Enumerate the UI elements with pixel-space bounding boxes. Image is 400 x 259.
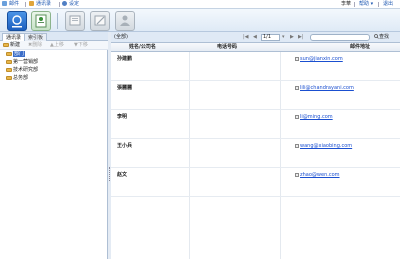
contact-table: 姓名/公司名 电话号码 邮件地址 孙建鹏 sun@jianxin.com 張麗麗…	[111, 43, 400, 259]
divider	[59, 2, 60, 7]
table-row[interactable]: 孙建鹏 sun@jianxin.com	[111, 52, 400, 81]
email-icon	[295, 173, 299, 177]
column-header-name[interactable]: 姓名/公司名	[129, 44, 156, 51]
search-input[interactable]	[310, 34, 370, 41]
prev-page-button[interactable]: ◀	[253, 34, 257, 41]
move-up-button[interactable]: ▲上移	[50, 42, 64, 49]
email-icon	[295, 57, 299, 61]
tree-item-department[interactable]: 部门	[6, 51, 26, 58]
folder-icon	[6, 52, 12, 56]
toolbar-divider	[57, 13, 58, 29]
tab-index[interactable]: 索引板	[24, 33, 48, 41]
new-folder-label: 新建	[10, 42, 21, 48]
home-button[interactable]	[7, 11, 27, 31]
top-menu-bar: 邮件 通讯录 设定 李華 帮助 ▾ 退出	[0, 0, 400, 9]
home-icon	[12, 15, 22, 28]
menu-contacts-label: 通讯录	[36, 1, 52, 7]
contact-email-label: wang@xiaobing.com	[300, 143, 353, 149]
contacts-icon	[29, 1, 34, 6]
contact-name[interactable]: 孙建鹏	[117, 56, 132, 63]
next-page-button[interactable]: ▶	[290, 34, 294, 41]
table-row[interactable]: 李明 li@ming.com	[111, 110, 400, 139]
tree-item-sales-1[interactable]: 第一营销部	[6, 59, 38, 66]
page-select[interactable]: 1/1	[261, 34, 280, 41]
menu-settings[interactable]: 设定	[62, 1, 79, 8]
first-page-button[interactable]: |◀	[243, 34, 249, 41]
divider	[378, 2, 379, 7]
tree-item-tech-research[interactable]: 技术研究部	[6, 67, 38, 74]
new-folder-button[interactable]: 新建	[3, 42, 20, 49]
search-button-label: 查找	[379, 34, 390, 40]
person-icon	[120, 15, 130, 26]
card-icon	[69, 15, 81, 26]
sidebar-tabs: 通讯录 索引板	[0, 32, 108, 41]
tree-item-label: 第一营销部	[13, 59, 39, 65]
table-row[interactable]: 王小兵 wang@xiaobing.com	[111, 139, 400, 168]
help-link[interactable]: 帮助 ▾	[359, 1, 373, 8]
email-icon	[295, 86, 299, 90]
sidebar: 通讯录 索引板 新建 ✖删除 ▲上移 ▼下移 部门 第一营销部 技术研究部 总务…	[0, 32, 108, 259]
contact-name[interactable]: 張麗麗	[117, 85, 132, 92]
contact-email-label: li@ming.com	[300, 114, 333, 120]
list-header: (全部) |◀ ◀ 1/1 ▾ ▶ ▶| 查找	[111, 32, 400, 43]
table-row[interactable]: 張麗麗 lili@chandrayani.com	[111, 81, 400, 110]
splitter-grip	[109, 167, 110, 181]
contact-email[interactable]: lili@chandrayani.com	[295, 85, 354, 92]
group-button[interactable]	[115, 11, 135, 31]
menu-contacts[interactable]: 通讯录	[29, 1, 51, 8]
tab-address-book[interactable]: 通讯录	[2, 33, 26, 41]
page-dropdown-icon[interactable]: ▾	[282, 34, 285, 41]
folder-icon	[6, 76, 12, 80]
tree-actions: 新建 ✖删除 ▲上移 ▼下移	[0, 41, 108, 50]
new-contact-button[interactable]	[65, 11, 85, 31]
search-button[interactable]: 查找	[374, 34, 389, 41]
address-book-button[interactable]	[31, 11, 51, 31]
move-up-label: 上移	[53, 42, 64, 48]
contact-email-label: sun@jianxin.com	[300, 56, 343, 62]
toolbar	[0, 9, 400, 32]
folder-icon	[3, 43, 9, 47]
user-name: 李華	[341, 1, 352, 7]
address-book-icon	[35, 14, 47, 28]
tree-item-label: 部门	[13, 51, 26, 57]
logout-link[interactable]: 退出	[383, 1, 393, 8]
folder-icon	[6, 68, 12, 72]
help-label: 帮助	[359, 1, 370, 7]
folder-icon	[6, 60, 12, 64]
column-header-phone[interactable]: 电话号码	[217, 44, 237, 51]
last-page-button[interactable]: ▶|	[298, 34, 304, 41]
contact-email[interactable]: zhao@wen.com	[295, 172, 340, 179]
menu-settings-label: 设定	[69, 1, 80, 7]
divider	[354, 2, 355, 7]
move-down-button[interactable]: ▼下移	[74, 42, 88, 49]
delete-label: 删除	[32, 42, 43, 48]
column-header-email[interactable]: 邮件地址	[350, 44, 370, 51]
settings-icon	[62, 1, 67, 6]
contact-email[interactable]: li@ming.com	[295, 114, 333, 121]
page-value: 1/1	[263, 34, 272, 40]
contact-name[interactable]: 李明	[117, 114, 127, 121]
delete-button[interactable]: ✖删除	[28, 42, 42, 49]
menu-mail-label: 邮件	[9, 1, 20, 7]
list-title: (全部)	[114, 34, 128, 40]
contact-name[interactable]: 王小兵	[117, 143, 132, 150]
email-icon	[295, 115, 299, 119]
mail-icon	[2, 1, 7, 6]
contact-email[interactable]: wang@xiaobing.com	[295, 143, 352, 150]
table-header: 姓名/公司名 电话号码 邮件地址	[111, 43, 400, 52]
table-row[interactable]: 赵文 zhao@wen.com	[111, 168, 400, 197]
edit-icon	[94, 15, 106, 26]
contact-email-label: zhao@wen.com	[300, 172, 340, 178]
contact-name[interactable]: 赵文	[117, 172, 127, 179]
move-down-label: 下移	[77, 42, 88, 48]
divider	[25, 2, 26, 7]
tree-item-general-affairs[interactable]: 总务部	[6, 75, 28, 82]
contact-email-label: lili@chandrayani.com	[300, 85, 354, 91]
email-icon	[295, 144, 299, 148]
tree-item-label: 总务部	[13, 75, 29, 81]
edit-button[interactable]	[90, 11, 110, 31]
menu-mail[interactable]: 邮件	[2, 1, 19, 8]
contact-email[interactable]: sun@jianxin.com	[295, 56, 343, 63]
tree-item-label: 技术研究部	[13, 67, 39, 73]
